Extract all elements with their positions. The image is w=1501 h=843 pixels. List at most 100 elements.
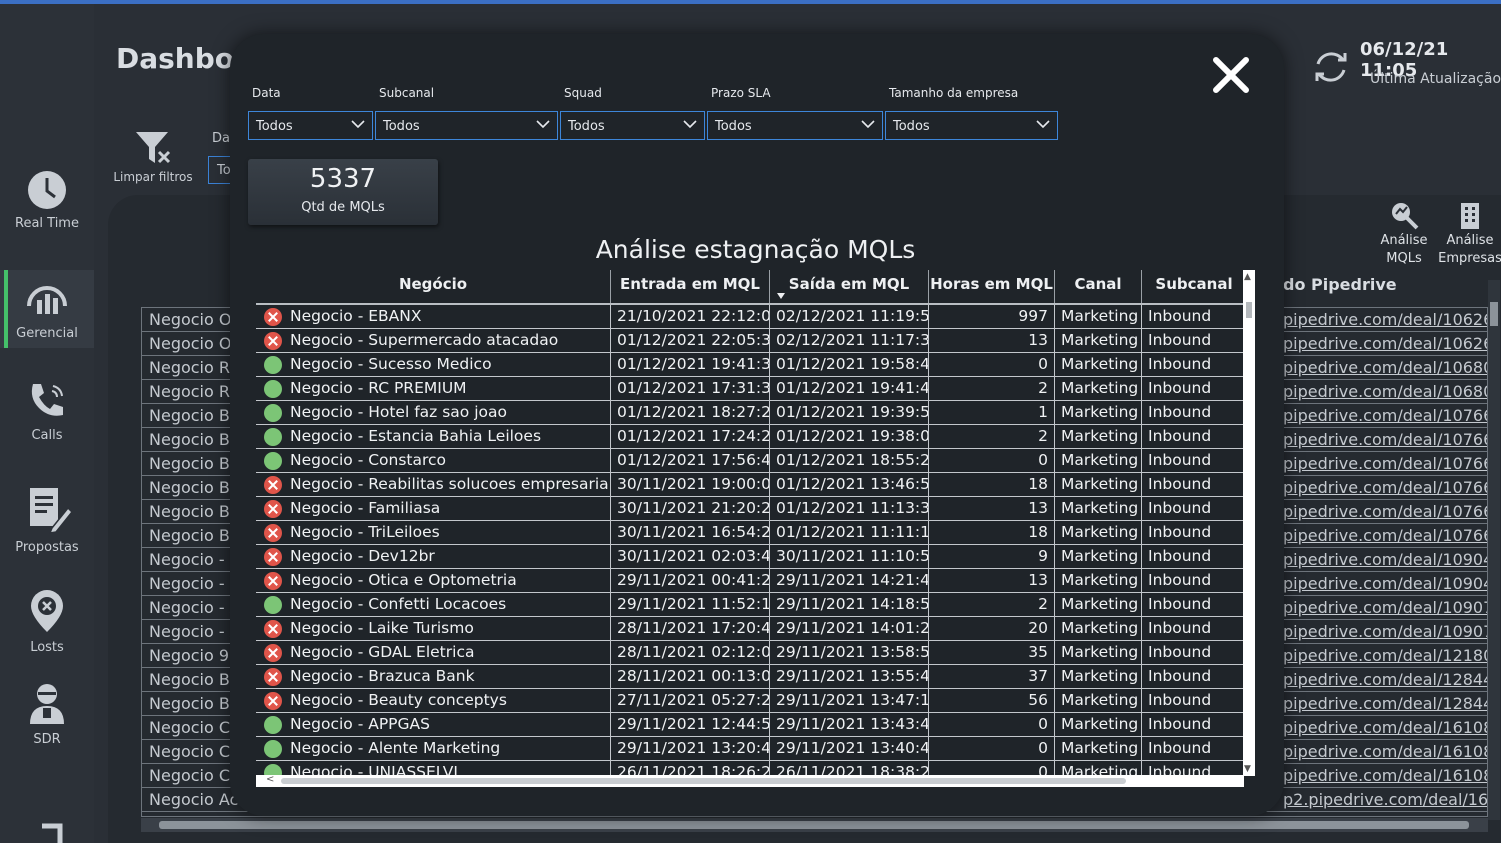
sidebar-item-real-time[interactable]: Real Time (0, 170, 94, 231)
bg-deal-link[interactable]: pipedrive.com/deal/10904 (1283, 548, 1487, 572)
scroll-thumb[interactable] (1490, 302, 1498, 326)
bg-deal-link[interactable]: pipedrive.com/deal/10766 (1283, 428, 1487, 452)
cell-entrada: 01/12/2021 17:31:37 (611, 377, 770, 400)
column-header-entrada[interactable]: Entrada em MQL (611, 270, 770, 303)
cell-negocio: Negocio - Hotel faz sao joao (256, 401, 611, 424)
refresh-icon[interactable] (1312, 48, 1350, 86)
scroll-thumb[interactable] (1246, 302, 1252, 318)
filter-select-data[interactable]: Todos (248, 111, 373, 140)
table-row[interactable]: Negocio - Confetti Locacoes 29/11/2021 11… (256, 593, 1246, 617)
cell-subcanal: Inbound (1148, 619, 1212, 637)
bg-horizontal-scrollbar[interactable] (141, 818, 1488, 832)
bg-deal-link[interactable]: pipedrive.com/deal/12844 (1283, 668, 1487, 692)
sidebar-item-gerencial[interactable]: Gerencial (0, 270, 94, 348)
bg-deal-link[interactable]: pipedrive.com/deal/10766 (1283, 452, 1487, 476)
sidebar-item-label: Calls (31, 428, 63, 443)
sidebar-item-losts[interactable]: Losts (0, 588, 94, 655)
table-row[interactable]: Negocio - RC PREMIUM 01/12/2021 17:31:37 0… (256, 377, 1246, 401)
column-header-saida[interactable]: Saída em MQL (770, 270, 929, 303)
table-vertical-scrollbar[interactable]: ▲ ▼ (1243, 270, 1255, 776)
clear-filters-button[interactable]: Limpar filtros (113, 130, 193, 184)
table-row[interactable]: Negocio - Otica e Optometria 29/11/2021 0… (256, 569, 1246, 593)
bg-deal-link[interactable]: pipedrive.com/deal/16108 (1283, 740, 1487, 764)
bg-deal-link[interactable]: pipedrive.com/deal/10626 (1283, 332, 1487, 356)
table-horizontal-scrollbar[interactable]: < (256, 774, 1244, 787)
cell-canal: Marketing (1055, 425, 1142, 448)
close-icon[interactable] (1210, 54, 1252, 96)
cell-negocio: Negocio - Dev12br (256, 545, 611, 568)
bg-deal-link[interactable]: pipedrive.com/deal/16108 (1283, 716, 1487, 740)
scroll-thumb[interactable] (159, 821, 1469, 829)
table-row[interactable]: Negocio - Reabilitas solucoes empresaria… (256, 473, 1246, 497)
cell-horas: 18 (929, 521, 1055, 544)
bg-deal-link[interactable]: pipedrive.com/deal/10766 (1283, 524, 1487, 548)
table-row[interactable]: Negocio - Alente Marketing 29/11/2021 13:… (256, 737, 1246, 761)
bg-deal-name: Negocio - F (149, 550, 239, 569)
filter-select-prazo-sla[interactable]: Todos (707, 111, 883, 140)
cell-entrada: 30/11/2021 16:54:22 (611, 521, 770, 544)
table-row[interactable]: Negocio - EBANX 21/10/2021 22:12:08 02/12/… (256, 305, 1246, 329)
table-row[interactable]: Negocio - TriLeiloes 30/11/2021 16:54:22 0… (256, 521, 1246, 545)
sidebar-item-propostas[interactable]: Propostas (0, 486, 94, 555)
table-row[interactable]: Negocio - GDAL Eletrica 28/11/2021 02:12:… (256, 641, 1246, 665)
cell-negocio: Negocio - RC PREMIUM (256, 377, 611, 400)
table-row[interactable]: Negocio - Estancia Bahia Leiloes 01/12/20… (256, 425, 1246, 449)
table-row[interactable]: Negocio - Dev12br 30/11/2021 02:03:49 30/1… (256, 545, 1246, 569)
column-header-horas[interactable]: Horas em MQL (929, 270, 1055, 303)
scroll-thumb[interactable] (281, 778, 1126, 784)
bg-deal-link[interactable]: pipedrive.com/deal/10766 (1283, 404, 1487, 428)
cell-canal: Marketing (1055, 761, 1142, 776)
bg-deal-link[interactable]: pipedrive.com/deal/10766 (1283, 500, 1487, 524)
cell-subcanal: Inbound (1148, 307, 1212, 325)
table-row[interactable]: Negocio - Constarco 01/12/2021 17:56:47 01… (256, 449, 1246, 473)
sidebar-item-calls[interactable]: Calls (0, 378, 94, 443)
bg-deal-name: Negocio Re (149, 382, 240, 401)
bg-deal-link[interactable]: pipedrive.com/deal/10907 (1283, 596, 1487, 620)
filter-select-subcanal[interactable]: Todos (375, 111, 558, 140)
bg-deal-link[interactable]: pipedrive.com/deal/10907 (1283, 620, 1487, 644)
select-value: Todos (568, 119, 605, 134)
cell-negocio: Negocio - Constarco (256, 449, 611, 472)
cell-negocio: Negocio - Otica e Optometria (256, 569, 611, 592)
bg-column-header-pipedrive: do Pipedrive (1283, 275, 1397, 294)
bg-deal-link[interactable]: pipedrive.com/deal/10766 (1283, 476, 1487, 500)
cell-subcanal: Inbound (1148, 403, 1212, 421)
analise-empresas-button[interactable]: Análise Empresas (1438, 200, 1501, 268)
sidebar-item-sdr[interactable]: SDR (0, 682, 94, 747)
column-header-canal[interactable]: Canal (1055, 270, 1142, 303)
bg-deal-link[interactable]: pipedrive.com/deal/10626 (1283, 308, 1487, 332)
scroll-left-icon[interactable]: < (266, 774, 274, 785)
table-row[interactable]: Negocio - Sucesso Medico 01/12/2021 19:41… (256, 353, 1246, 377)
analise-mqls-button[interactable]: Análise MQLs (1372, 200, 1436, 268)
scroll-down-icon[interactable]: ▼ (1244, 764, 1251, 774)
cell-canal: Marketing (1055, 377, 1142, 400)
bg-vertical-scrollbar[interactable] (1488, 280, 1500, 820)
filter-select-tamanho[interactable]: Todos (885, 111, 1058, 140)
bg-deal-link[interactable]: pipedrive.com/deal/12180 (1283, 644, 1487, 668)
table-row[interactable]: Negocio - APPGAS 29/11/2021 12:44:59 29/11… (256, 713, 1246, 737)
table-row[interactable]: Negocio - Laike Turismo 28/11/2021 17:20:… (256, 617, 1246, 641)
bg-deal-name: Negocio - A (149, 622, 241, 641)
table-row[interactable]: Negocio - Supermercado atacadao 01/12/202… (256, 329, 1246, 353)
column-header-negocio[interactable]: Negócio (256, 270, 611, 303)
bg-deal-link[interactable]: pipedrive.com/deal/10680 (1283, 380, 1487, 404)
bg-deal-link[interactable]: p2.pipedrive.com/deal/16381 (1283, 788, 1487, 812)
bg-deal-link[interactable]: pipedrive.com/deal/10904 (1283, 572, 1487, 596)
cell-negocio: Negocio - Estancia Bahia Leiloes (256, 425, 611, 448)
bg-deal-name: Negocio Ba (149, 526, 240, 545)
bg-deal-link[interactable]: pipedrive.com/deal/16108 (1283, 764, 1487, 788)
table-row[interactable]: Negocio - Hotel faz sao joao 01/12/2021 1… (256, 401, 1246, 425)
scroll-up-icon[interactable]: ▲ (1244, 272, 1251, 282)
bg-deal-link[interactable]: pipedrive.com/deal/12844 (1283, 692, 1487, 716)
column-header-subcanal[interactable]: Subcanal (1142, 270, 1246, 303)
sidebar-item-label: Real Time (15, 216, 79, 231)
bg-deal-link[interactable]: pipedrive.com/deal/10680 (1283, 356, 1487, 380)
table-row[interactable]: Negocio - Brazuca Bank 28/11/2021 00:13:0… (256, 665, 1246, 689)
cell-horas: 20 (929, 617, 1055, 640)
cell-saida: 01/12/2021 19:58:47 (770, 353, 929, 376)
filter-select-squad[interactable]: Todos (560, 111, 705, 140)
table-row[interactable]: Negocio - Beauty conceptys 27/11/2021 05:… (256, 689, 1246, 713)
table-row[interactable]: Negocio - Familiasa 30/11/2021 21:20:23 01… (256, 497, 1246, 521)
exit-icon[interactable] (38, 820, 68, 843)
table-row[interactable]: Negocio - UNIASSELVI 26/11/2021 18:26:25 2… (256, 761, 1246, 776)
